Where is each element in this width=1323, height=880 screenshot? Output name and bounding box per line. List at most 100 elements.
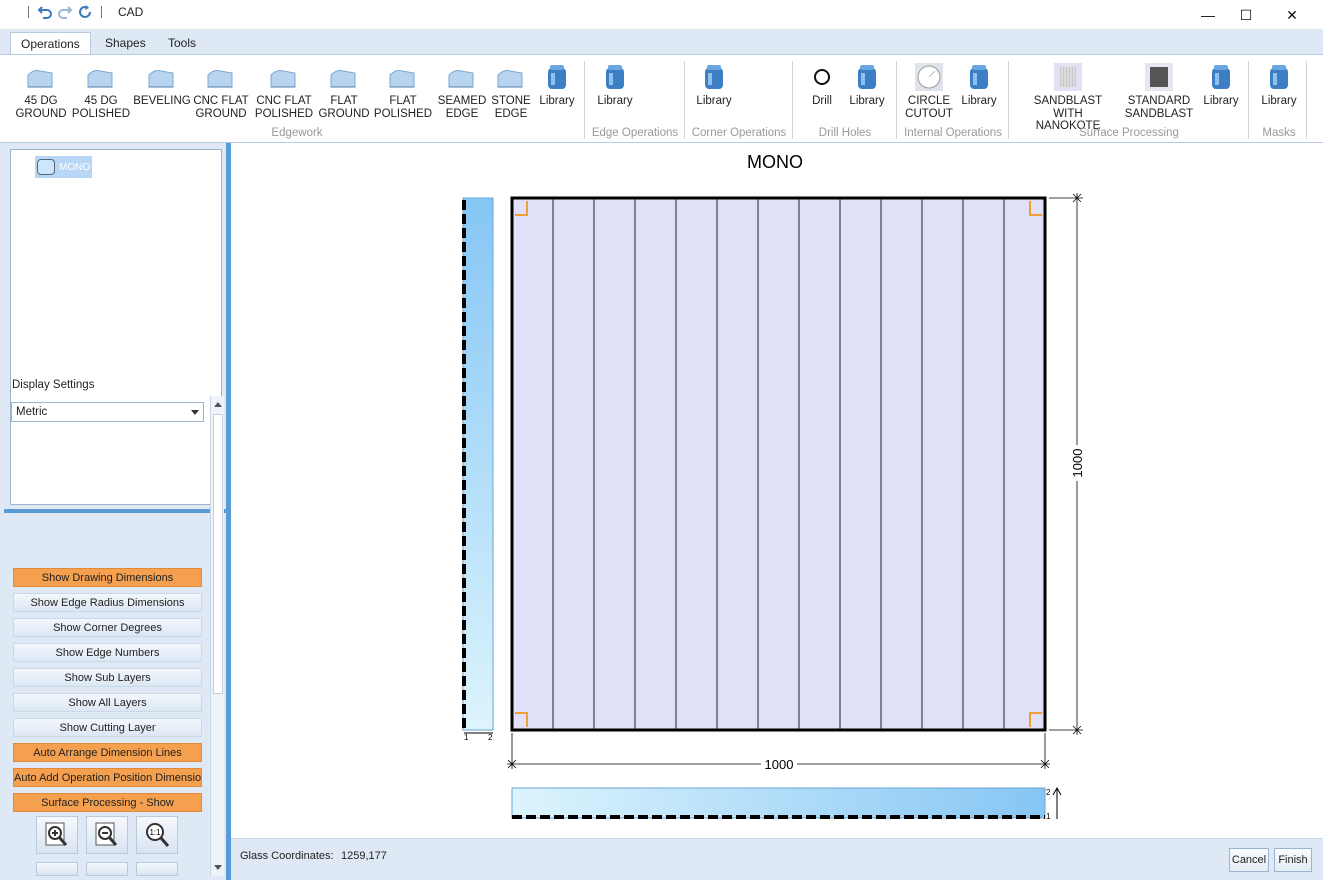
group-label-edgework: Edgework bbox=[271, 127, 323, 139]
ribbon-button-sandblast-with-nanokote[interactable]: SANDBLAST WITH NANOKOTE bbox=[1028, 63, 1108, 133]
display-toggle-show-all-layers[interactable]: Show All Layers bbox=[13, 693, 202, 712]
library-jar-icon bbox=[1205, 63, 1237, 91]
drawing-title: MONO bbox=[747, 152, 803, 172]
status-bar: Glass Coordinates: 1259,177 Cancel Finis… bbox=[231, 838, 1323, 880]
bottom-edge-view[interactable] bbox=[511, 787, 1046, 819]
ribbon-button-library[interactable]: Library bbox=[939, 63, 1019, 108]
zoom-actual-size-label: 1:1 bbox=[149, 828, 161, 837]
display-toggle-show-drawing-dimensions[interactable]: Show Drawing Dimensions bbox=[13, 568, 202, 587]
group-divider bbox=[584, 61, 585, 139]
drawing-canvas[interactable]: MONO 1 2 1000 1000 2 1 bbox=[231, 143, 1323, 838]
ribbon-tabs: Operations Shapes Tools bbox=[0, 30, 1323, 54]
scroll-down-icon[interactable] bbox=[214, 865, 222, 870]
height-dimension-label[interactable]: 1000 bbox=[1070, 449, 1085, 478]
ribbon-button-label: Library bbox=[696, 95, 732, 107]
finish-button[interactable]: Finish bbox=[1274, 848, 1312, 872]
library-jar-icon bbox=[963, 63, 995, 91]
layer-node-icon bbox=[37, 159, 55, 175]
close-button[interactable]: ✕ bbox=[1269, 0, 1315, 30]
ribbon-button-label: Library bbox=[1261, 95, 1297, 107]
ribbon-button-label: SANDBLAST WITH bbox=[1033, 95, 1103, 120]
display-settings-title: Display Settings bbox=[12, 379, 95, 391]
ribbon-button-label: CUTOUT bbox=[905, 107, 953, 120]
bottom-edge-number-1: 1 bbox=[1046, 812, 1051, 821]
group-divider bbox=[1008, 61, 1009, 139]
fit-view-button[interactable] bbox=[36, 862, 78, 876]
title-bar: CAD — ☐ ✕ bbox=[0, 0, 1323, 30]
chevron-down-icon bbox=[191, 410, 199, 415]
ribbon-button-label: POLISHED bbox=[71, 107, 131, 120]
display-toggle-show-edge-numbers[interactable]: Show Edge Numbers bbox=[13, 643, 202, 662]
ribbon-button-library[interactable]: Library bbox=[674, 63, 754, 108]
ruler-button[interactable] bbox=[86, 862, 128, 876]
zoom-in-button[interactable] bbox=[36, 816, 78, 854]
sandblast-nanokote-icon bbox=[1052, 63, 1084, 91]
ribbon: 45 DG GROUND 45 DG POLISHED BEVELING CNC FLAT… bbox=[0, 54, 1323, 143]
undo-icon[interactable] bbox=[37, 4, 53, 20]
ribbon-button-label: SANDBLAST bbox=[1124, 107, 1194, 120]
toolbar-divider bbox=[101, 6, 102, 18]
display-toggle-surface-processing-show[interactable]: Surface Processing - Show bbox=[13, 793, 202, 812]
glass-panel[interactable] bbox=[510, 196, 1047, 732]
scroll-up-icon[interactable] bbox=[214, 402, 222, 407]
ribbon-button-label: EDGE bbox=[494, 107, 528, 120]
zoom-window-button[interactable] bbox=[136, 862, 178, 876]
units-select-value: Metric bbox=[16, 406, 48, 418]
side-edge-number-2: 2 bbox=[488, 733, 493, 742]
group-divider bbox=[684, 61, 685, 139]
glass-coordinates-value: 1259,177 bbox=[341, 850, 387, 862]
group-divider bbox=[896, 61, 897, 139]
zoom-actual-size-button[interactable]: 1:1 bbox=[136, 816, 178, 854]
tab-operations[interactable]: Operations bbox=[10, 32, 91, 54]
display-toggle-show-sub-layers[interactable]: Show Sub Layers bbox=[13, 668, 202, 687]
settings-scrollbar[interactable] bbox=[210, 396, 224, 876]
redo-icon[interactable] bbox=[57, 4, 73, 20]
edge-profile-icon bbox=[85, 63, 117, 91]
display-toggle-show-edge-radius-dimensions[interactable]: Show Edge Radius Dimensions bbox=[13, 593, 202, 612]
tab-shapes[interactable]: Shapes bbox=[95, 32, 156, 54]
side-edge-number-1: 1 bbox=[464, 733, 469, 742]
ribbon-button-label: Library bbox=[961, 95, 997, 107]
ribbon-button-label: Library bbox=[597, 95, 633, 107]
cancel-button[interactable]: Cancel bbox=[1229, 848, 1269, 872]
edge-profile-icon bbox=[387, 63, 419, 91]
edge-profile-icon bbox=[268, 63, 300, 91]
width-dimension-label[interactable]: 1000 bbox=[765, 757, 794, 772]
app-title: CAD bbox=[118, 5, 144, 19]
group-label-drill-holes: Drill Holes bbox=[818, 127, 872, 139]
display-toggle-auto-arrange-dimension-lines[interactable]: Auto Arrange Dimension Lines bbox=[13, 743, 202, 762]
tab-tools[interactable]: Tools bbox=[158, 32, 206, 54]
edge-profile-icon bbox=[205, 63, 237, 91]
quick-access-toolbar bbox=[28, 4, 110, 20]
side-edge-view[interactable] bbox=[462, 197, 494, 731]
edge-profile-icon bbox=[328, 63, 360, 91]
ribbon-button-library[interactable]: Library bbox=[575, 63, 655, 108]
library-jar-icon bbox=[599, 63, 631, 91]
edge-profile-icon bbox=[25, 63, 57, 91]
maximize-button[interactable]: ☐ bbox=[1223, 0, 1269, 30]
refresh-icon[interactable] bbox=[77, 4, 93, 20]
glass-panel-outline[interactable] bbox=[510, 196, 1047, 732]
ribbon-button-library[interactable]: Library bbox=[1239, 63, 1319, 108]
group-label-internal-operations: Internal Operations bbox=[904, 127, 1002, 139]
library-jar-icon bbox=[1263, 63, 1295, 91]
scroll-thumb[interactable] bbox=[213, 414, 223, 694]
zoom-out-button[interactable] bbox=[86, 816, 128, 854]
display-toggle-show-cutting-layer[interactable]: Show Cutting Layer bbox=[13, 718, 202, 737]
group-label-surface-processing: Surface Processing bbox=[1079, 127, 1179, 139]
edge-profile-icon bbox=[146, 63, 178, 91]
drawing-svg[interactable]: MONO 1 2 1000 1000 2 1 bbox=[231, 143, 1323, 838]
units-select[interactable]: Metric bbox=[11, 402, 204, 422]
library-jar-icon bbox=[541, 63, 573, 91]
tree-item-label: MONO bbox=[59, 161, 91, 173]
tree-item-mono[interactable]: MONO bbox=[35, 156, 93, 178]
bottom-edge-number-2: 2 bbox=[1046, 788, 1051, 797]
display-toggle-show-corner-degrees[interactable]: Show Corner Degrees bbox=[13, 618, 202, 637]
standard-sandblast-icon bbox=[1143, 63, 1175, 91]
library-jar-icon bbox=[851, 63, 883, 91]
display-toggle-auto-add-operation-position-dimension[interactable]: Auto Add Operation Position Dimension bbox=[13, 768, 202, 787]
group-label-corner-operations: Corner Operations bbox=[691, 127, 787, 139]
group-label-masks: Masks bbox=[1262, 127, 1296, 139]
layer-tree[interactable]: MONO bbox=[10, 149, 222, 505]
panel-splitter[interactable] bbox=[4, 509, 226, 513]
